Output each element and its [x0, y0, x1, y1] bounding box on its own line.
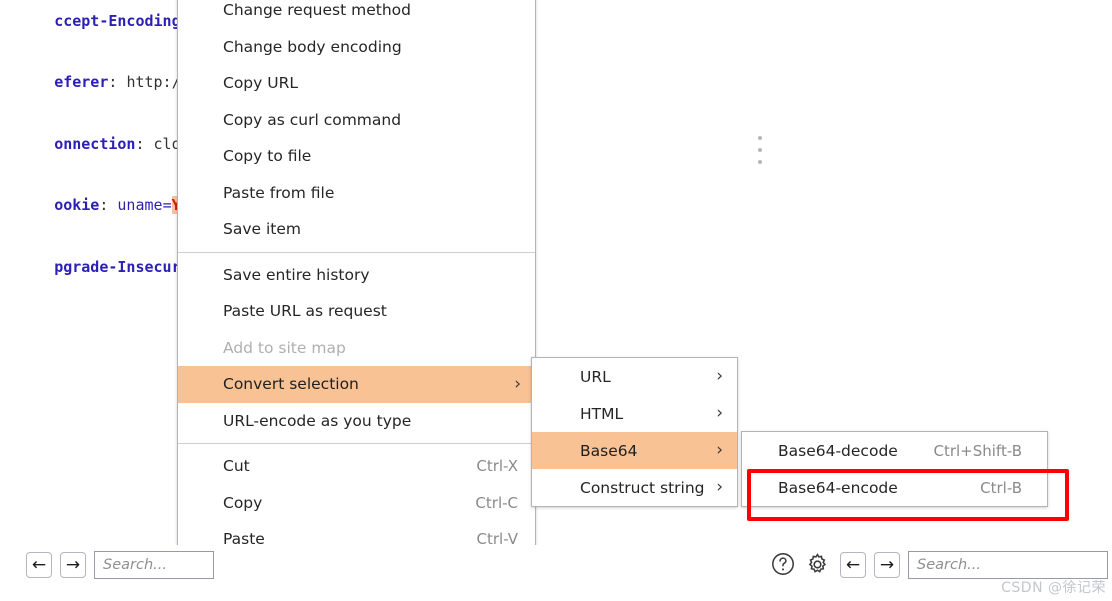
- submenu-item-shortcut: Ctrl+Shift-B: [933, 441, 1022, 460]
- menu-item-label: Convert selection: [223, 375, 359, 394]
- menu-separator: [178, 251, 535, 253]
- submenu-item-base64-decode[interactable]: Base64-decode Ctrl+Shift-B: [742, 432, 1047, 469]
- menu-item-change-body-encoding[interactable]: Change body encoding: [178, 29, 535, 66]
- search-input-right[interactable]: Search...: [908, 551, 1108, 579]
- header-name: eferer: [54, 73, 109, 91]
- submenu-item-base64[interactable]: Base64 ›: [532, 432, 737, 469]
- menu-item-label: Paste URL as request: [223, 302, 387, 321]
- search-prev-button[interactable]: ←: [26, 552, 52, 578]
- menu-item-paste-url-as-request[interactable]: Paste URL as request: [178, 293, 535, 330]
- menu-item-paste-from-file[interactable]: Paste from file: [178, 175, 535, 212]
- menu-item-label: Copy: [223, 493, 263, 512]
- menu-item-change-request-method[interactable]: Change request method: [178, 0, 535, 29]
- dot: [758, 160, 762, 164]
- menu-item-url-encode-as-you-type[interactable]: URL-encode as you type: [178, 403, 535, 440]
- menu-item-copy-url[interactable]: Copy URL: [178, 65, 535, 102]
- header-line-referer: eferer: http://192: [0, 52, 177, 114]
- chevron-right-icon: ›: [716, 440, 723, 460]
- header-line-connection: onnection: close: [0, 113, 177, 175]
- submenu-item-construct-string[interactable]: Construct string ›: [532, 469, 737, 506]
- left-search-controls: ← → Search...: [26, 551, 214, 579]
- submenu-item-label: Base64: [580, 441, 638, 460]
- menu-item-label: Change request method: [223, 1, 411, 20]
- search-placeholder: Search...: [103, 557, 167, 573]
- menu-item-save-item[interactable]: Save item: [178, 211, 535, 248]
- context-menu[interactable]: Change request method Change body encodi…: [177, 0, 536, 601]
- arrow-right-icon: →: [879, 554, 895, 575]
- chevron-right-icon: ›: [716, 366, 723, 386]
- menu-item-shortcut: Ctrl-C: [475, 493, 518, 512]
- submenu-item-shortcut: Ctrl-B: [980, 478, 1022, 497]
- middle-right-icons: [770, 551, 830, 577]
- question-circle-icon[interactable]: [770, 551, 796, 577]
- gear-icon[interactable]: [804, 551, 830, 577]
- search-prev-button-right[interactable]: ←: [840, 552, 866, 578]
- http-message-editor[interactable]: ccept-Encoding: gz eferer: http://192 on…: [0, 0, 178, 545]
- arrow-left-icon: ←: [845, 554, 861, 575]
- dot: [758, 136, 762, 140]
- chevron-right-icon: ›: [716, 403, 723, 423]
- submenu-item-url[interactable]: URL ›: [532, 358, 737, 395]
- submenu-convert-selection[interactable]: URL › HTML › Base64 › Construct string ›: [531, 357, 738, 507]
- header-name: pgrade-Insecure-Re: [54, 257, 177, 276]
- menu-item-label: Copy URL: [223, 74, 298, 93]
- menu-item-copy-as-curl-command[interactable]: Copy as curl command: [178, 102, 535, 139]
- menu-item-label: Cut: [223, 457, 250, 476]
- dot: [758, 148, 762, 152]
- header-name: ccept-Encoding: [54, 11, 178, 30]
- submenu-item-label: HTML: [580, 404, 624, 423]
- menu-item-label: Copy to file: [223, 147, 312, 166]
- header-separator: :: [99, 196, 118, 214]
- search-placeholder: Search...: [917, 557, 981, 573]
- chevron-right-icon: ›: [716, 477, 723, 497]
- search-input-left[interactable]: Search...: [94, 551, 214, 579]
- submenu-item-label: Construct string: [580, 478, 705, 497]
- submenu-item-label: Base64-encode: [778, 478, 898, 497]
- header-line-accept-encoding: ccept-Encoding: gz: [0, 0, 177, 52]
- submenu-base64[interactable]: Base64-decode Ctrl+Shift-B Base64-encode…: [741, 431, 1048, 507]
- header-name: onnection: [54, 134, 136, 153]
- bottom-toolbar: ← → Search... 0 matches: [0, 545, 1112, 601]
- menu-item-save-entire-history[interactable]: Save entire history: [178, 257, 535, 294]
- chevron-right-icon: ›: [514, 373, 521, 394]
- vertical-drag-handle-icon[interactable]: [755, 136, 765, 164]
- search-next-button[interactable]: →: [60, 552, 86, 578]
- menu-item-label: Save item: [223, 220, 301, 239]
- cookie-equals: =: [162, 196, 172, 214]
- header-value: close: [153, 134, 177, 153]
- submenu-item-html[interactable]: HTML ›: [532, 395, 737, 432]
- menu-item-label: Add to site map: [223, 338, 346, 357]
- menu-item-convert-selection[interactable]: Convert selection ›: [178, 366, 535, 403]
- header-separator: :: [135, 134, 154, 153]
- right-search-controls: ← → Search...: [840, 551, 1108, 579]
- menu-item-label: Paste from file: [223, 183, 335, 202]
- cookie-param-name: uname: [117, 196, 163, 214]
- menu-item-cut[interactable]: Cut Ctrl-X: [178, 448, 535, 485]
- menu-item-label: Copy as curl command: [223, 110, 402, 129]
- header-name: ookie: [54, 196, 100, 214]
- menu-item-add-to-site-map: Add to site map: [178, 330, 535, 367]
- arrow-left-icon: ←: [31, 554, 47, 575]
- menu-item-label: Change body encoding: [223, 37, 402, 56]
- arrow-right-icon: →: [65, 554, 81, 575]
- menu-item-label: URL-encode as you type: [223, 411, 412, 430]
- menu-separator: [178, 443, 535, 444]
- submenu-item-base64-encode[interactable]: Base64-encode Ctrl-B: [742, 469, 1047, 506]
- screenshot-root: ccept-Encoding: gz eferer: http://192 on…: [0, 0, 1112, 601]
- menu-item-label: Save entire history: [223, 265, 370, 284]
- menu-item-copy-to-file[interactable]: Copy to file: [178, 138, 535, 175]
- menu-item-copy[interactable]: Copy Ctrl-C: [178, 485, 535, 522]
- submenu-item-label: Base64-decode: [778, 441, 898, 460]
- header-line-cookie: ookie: uname=YWRta: [0, 175, 177, 237]
- header-separator: :: [108, 73, 127, 91]
- submenu-item-label: URL: [580, 367, 611, 386]
- watermark-text: CSDN @徐记荣: [1001, 580, 1106, 596]
- search-next-button-right[interactable]: →: [874, 552, 900, 578]
- header-value: http://192: [126, 73, 177, 91]
- menu-item-shortcut: Ctrl-X: [476, 457, 518, 476]
- header-line-upgrade-insecure-requests: pgrade-Insecure-Re: [0, 236, 177, 298]
